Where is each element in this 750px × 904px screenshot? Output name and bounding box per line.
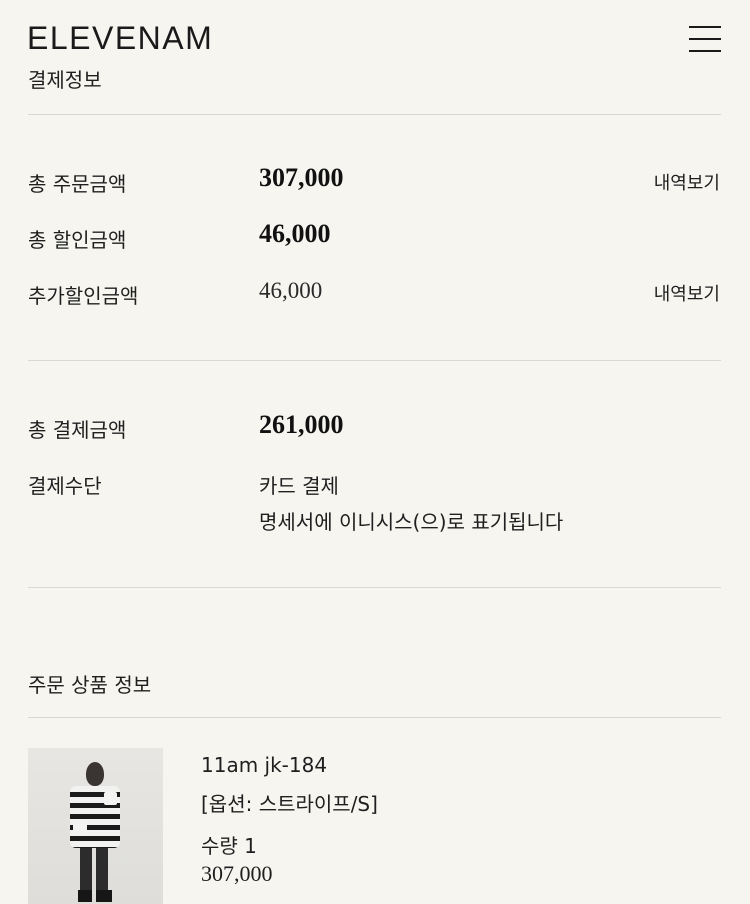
total-payment-label: 총 결제금액 bbox=[28, 418, 127, 442]
total-order-amount-value: 307,000 bbox=[259, 163, 344, 192]
additional-discount-value: 46,000 bbox=[259, 278, 323, 303]
header: ELEVENAM bbox=[0, 0, 750, 60]
divider bbox=[28, 587, 721, 588]
total-payment-value: 261,000 bbox=[259, 410, 344, 439]
hamburger-menu-icon[interactable] bbox=[689, 26, 721, 52]
menu-line bbox=[689, 38, 721, 40]
total-order-amount-label: 총 주문금액 bbox=[28, 172, 127, 196]
divider bbox=[28, 360, 721, 361]
model-legs bbox=[80, 848, 108, 896]
statement-note: 명세서에 이니시스(으)로 표기됩니다 bbox=[259, 510, 564, 534]
model-shoes bbox=[78, 890, 112, 902]
order-products-title: 주문 상품 정보 bbox=[28, 673, 152, 697]
product-option: [옵션: 스트라이프/S] bbox=[201, 792, 378, 816]
payment-section-title: 결제정보 bbox=[28, 68, 102, 92]
product-quantity: 수량 1 bbox=[201, 834, 257, 858]
menu-line bbox=[689, 26, 721, 28]
model-head bbox=[86, 762, 104, 786]
product-price: 307,000 bbox=[201, 861, 273, 886]
total-discount-amount-value: 46,000 bbox=[259, 219, 331, 248]
payment-method-label: 결제수단 bbox=[28, 474, 102, 498]
divider bbox=[28, 717, 721, 718]
divider bbox=[28, 114, 721, 115]
jacket-pocket bbox=[73, 820, 87, 836]
payment-method-value: 카드 결제 bbox=[259, 474, 339, 498]
product-thumbnail[interactable] bbox=[28, 748, 163, 904]
order-details-link[interactable]: 내역보기 bbox=[654, 169, 720, 195]
jacket-pocket bbox=[104, 792, 117, 805]
product-name[interactable]: 11am jk-184 bbox=[201, 753, 327, 777]
menu-line bbox=[689, 50, 721, 52]
discount-details-link[interactable]: 내역보기 bbox=[654, 280, 720, 306]
total-discount-amount-label: 총 할인금액 bbox=[28, 228, 127, 252]
additional-discount-label: 추가할인금액 bbox=[28, 284, 139, 308]
logo[interactable]: ELEVENAM bbox=[27, 20, 213, 57]
